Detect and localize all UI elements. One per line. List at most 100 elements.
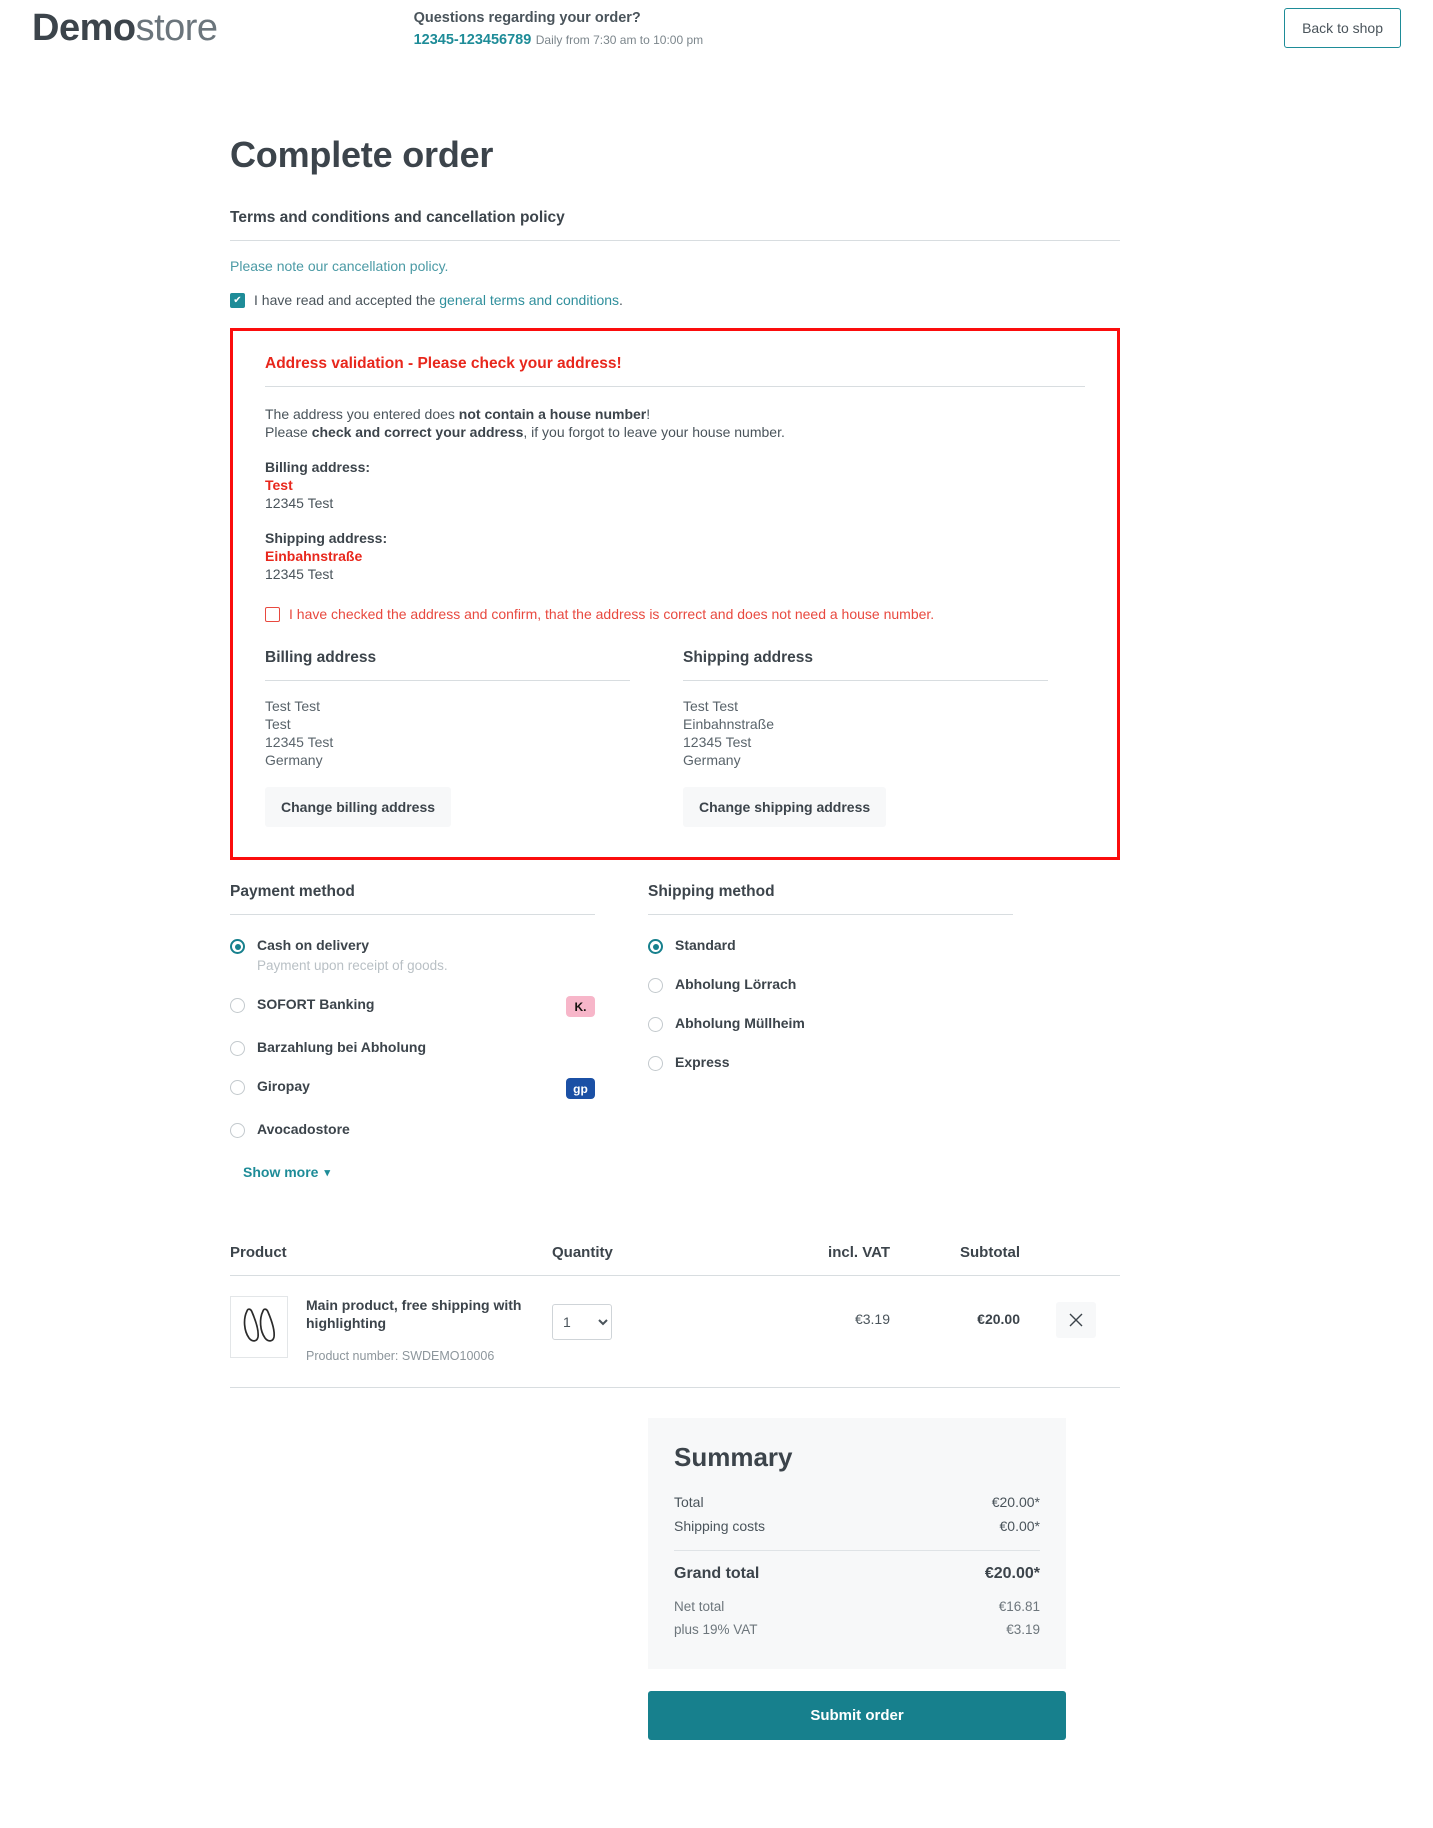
contact-phone[interactable]: 12345-123456789 [414, 32, 532, 48]
back-to-shop-button[interactable]: Back to shop [1284, 8, 1401, 48]
shipping-radio[interactable] [648, 1056, 663, 1071]
validation-line1-a: The address you entered does [265, 406, 459, 422]
payment-option-label: SOFORT Banking [257, 996, 375, 1012]
giropay-badge-icon: gp [566, 1078, 595, 1099]
shipping-option-label: Abholung Lörrach [675, 976, 797, 992]
contact-question: Questions regarding your order? [413, 10, 641, 26]
show-more-payment-button[interactable]: Show more ▾ [243, 1164, 330, 1180]
payment-option-label: Giropay [257, 1078, 310, 1094]
submit-order-button[interactable]: Submit order [648, 1691, 1066, 1740]
summary-row-total: Total €20.00* [674, 1490, 1040, 1514]
shipping-method-column: Shipping method Standard Abholung Lörrac… [648, 883, 1013, 1182]
accept-terms-label: I have read and accepted the general ter… [254, 291, 623, 309]
terms-heading: Terms and conditions and cancellation po… [230, 209, 1120, 241]
payment-radio[interactable] [230, 998, 245, 1013]
change-shipping-address-button[interactable]: Change shipping address [683, 787, 887, 827]
payment-option-description: Payment upon receipt of goods. [257, 958, 448, 973]
product-number: Product number: SWDEMO10006 [306, 1349, 495, 1363]
payment-option-avocadostore[interactable]: Avocadostore [230, 1121, 595, 1138]
contact-block: Questions regarding your order? 12345-12… [414, 0, 704, 50]
payment-option-cash-on-delivery[interactable]: Cash on delivery Payment upon receipt of… [230, 937, 595, 974]
product-subtotal-value: €20.00 [977, 1311, 1020, 1327]
summary-title: Summary [674, 1442, 793, 1472]
checkout-content: Complete order Terms and conditions and … [230, 134, 1120, 1800]
billing-line: 12345 Test [265, 734, 334, 750]
validation-line-2: Please check and correct your address, i… [265, 423, 1085, 441]
payment-option-label: Barzahlung bei Abholung [257, 1039, 427, 1055]
close-icon [1069, 1313, 1083, 1327]
billing-address-lines: Test Test Test 12345 Test Germany [265, 697, 630, 769]
validation-line-1: The address you entered does not contain… [265, 405, 1085, 423]
shipping-option-standard[interactable]: Standard [648, 937, 1013, 954]
column-header-subtotal: Subtotal [960, 1244, 1020, 1261]
billing-line: Test Test [265, 698, 320, 714]
summary-panel: Summary Total €20.00* Shipping costs €0.… [648, 1418, 1066, 1669]
product-info: Main product, free shipping with highlig… [306, 1296, 552, 1363]
shipping-radio[interactable] [648, 978, 663, 993]
payment-radio[interactable] [230, 1080, 245, 1095]
shipping-radio[interactable] [648, 1017, 663, 1032]
general-terms-link[interactable]: general terms and conditions [439, 292, 619, 308]
grand-total-value: €20.00* [984, 1565, 1040, 1582]
shipping-address-card: Shipping address Test Test Einbahnstraße… [683, 649, 1048, 827]
payment-radio[interactable] [230, 939, 245, 954]
validation-line1-c: ! [646, 406, 651, 422]
cart-table-header: Product Quantity incl. VAT Subtotal [230, 1244, 1120, 1276]
chevron-down-icon: ▾ [324, 1166, 330, 1179]
address-validation-title: Address validation - Please check your a… [265, 355, 1085, 387]
shop-logo[interactable]: Demostore [32, 0, 218, 56]
payment-method-heading: Payment method [230, 883, 595, 915]
payment-option-label: Avocadostore [257, 1121, 350, 1137]
confirm-address-label: I have checked the address and confirm, … [289, 606, 935, 622]
grand-total-label: Grand total [674, 1565, 760, 1582]
column-header-quantity: Quantity [552, 1244, 613, 1261]
payment-option-sofort-banking[interactable]: SOFORT Banking K. [230, 996, 595, 1017]
quantity-cell: 1 [552, 1296, 748, 1340]
quantity-select[interactable]: 1 [552, 1304, 612, 1340]
accept-terms-row[interactable]: I have read and accepted the general ter… [230, 291, 1120, 309]
confirm-address-row[interactable]: I have checked the address and confirm, … [265, 605, 1085, 623]
billing-line: Germany [265, 752, 323, 768]
shipping-option-express[interactable]: Express [648, 1054, 1013, 1071]
contact-line: 12345-123456789 Daily from 7:30 am to 10… [414, 30, 704, 50]
summary-value: €3.19 [1006, 1622, 1040, 1637]
klarna-badge-icon: K. [566, 996, 595, 1017]
payment-option-giropay[interactable]: Giropay gp [230, 1078, 595, 1099]
validation-billing-address: Billing address: Test 12345 Test [265, 458, 1085, 512]
remove-item-button[interactable] [1056, 1302, 1096, 1338]
shipping-option-abholung-loerrach[interactable]: Abholung Lörrach [648, 976, 1013, 993]
confirm-address-checkbox[interactable] [265, 607, 280, 622]
accept-terms-checkbox[interactable] [230, 293, 245, 308]
shipping-line: Germany [683, 752, 741, 768]
column-header-vat: incl. VAT [828, 1244, 890, 1261]
billing-address-heading: Billing address [265, 649, 630, 681]
payment-radio[interactable] [230, 1041, 245, 1056]
checkout-page: Demostore Questions regarding your order… [0, 0, 1433, 1800]
page-title: Complete order [230, 134, 494, 175]
validation-line2-b: check and correct your address [311, 424, 524, 440]
cart-table: Product Quantity incl. VAT Subtotal Main… [230, 1244, 1120, 1388]
remove-cell [1020, 1296, 1096, 1338]
validation-line1-b: not contain a house number [458, 406, 647, 422]
shipping-address-lines: Test Test Einbahnstraße 12345 Test Germa… [683, 697, 1048, 769]
cancellation-policy-link[interactable]: Please note our cancellation policy. [230, 258, 1120, 274]
shipping-address-heading: Shipping address [683, 649, 1048, 681]
summary-divider [674, 1550, 1040, 1551]
validation-shipping-label: Shipping address: [265, 530, 388, 546]
product-name[interactable]: Main product, free shipping with highlig… [306, 1296, 552, 1332]
change-billing-address-button[interactable]: Change billing address [265, 787, 452, 827]
site-header: Demostore Questions regarding your order… [0, 0, 1433, 62]
product-thumbnail[interactable] [230, 1296, 288, 1358]
payment-option-barzahlung-bei-abholung[interactable]: Barzahlung bei Abholung [230, 1039, 595, 1056]
summary-row-shipping-costs: Shipping costs €0.00* [674, 1514, 1040, 1538]
table-row: Main product, free shipping with highlig… [230, 1276, 1120, 1388]
shipping-option-label: Abholung Müllheim [675, 1015, 805, 1031]
payment-radio[interactable] [230, 1123, 245, 1138]
shipping-line: Test Test [683, 698, 738, 714]
shipping-option-abholung-muellheim[interactable]: Abholung Müllheim [648, 1015, 1013, 1032]
product-vat-value: €3.19 [854, 1311, 890, 1327]
billing-address-card: Billing address Test Test Test 12345 Tes… [265, 649, 630, 827]
validation-billing-label: Billing address: [265, 459, 371, 475]
shipping-radio[interactable] [648, 939, 663, 954]
address-validation-message: The address you entered does not contain… [265, 405, 1085, 441]
